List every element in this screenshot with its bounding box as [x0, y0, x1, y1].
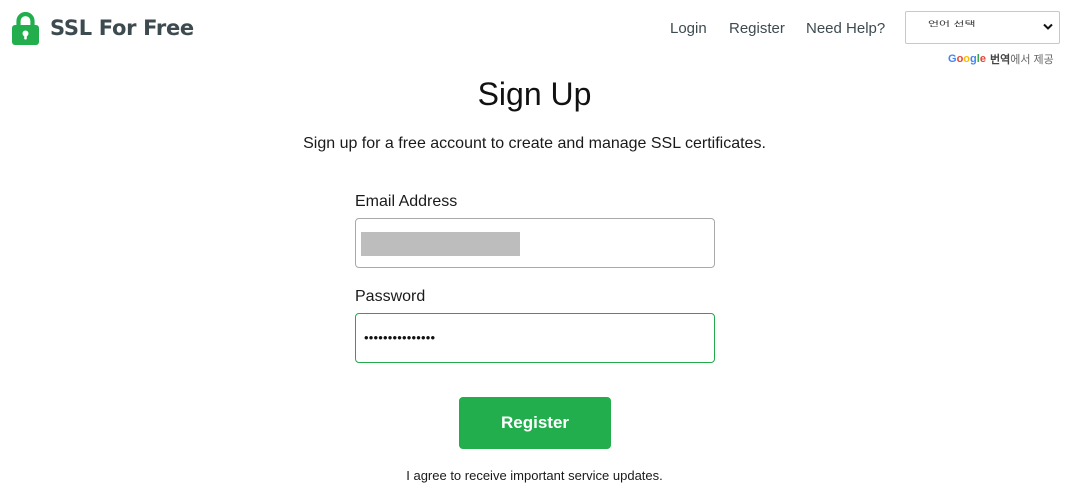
email-field[interactable]	[355, 218, 715, 268]
padlock-icon	[12, 12, 39, 45]
nav-help-link[interactable]: Need Help?	[806, 20, 885, 37]
agree-text: I agree to receive important service upd…	[406, 468, 663, 483]
brand-name: SSL For Free	[50, 16, 194, 40]
translate-credit-text: 에서 제공	[1010, 54, 1054, 66]
google-logo: Google	[948, 53, 986, 65]
nav-login-link[interactable]: Login	[670, 20, 707, 37]
brand-logo-link[interactable]: SSL For Free	[12, 12, 194, 45]
password-label: Password	[355, 288, 426, 305]
password-masked-value: •••••••••••••••	[364, 330, 436, 345]
register-button[interactable]: Register	[459, 397, 611, 449]
translate-link[interactable]: 번역	[990, 51, 1010, 67]
language-select-value: 언어 선택	[928, 20, 976, 28]
email-label: Email Address	[355, 193, 458, 210]
google-translate-credit: Google 번역 에서 제공	[948, 51, 1054, 67]
page-subtitle: Sign up for a free account to create and…	[303, 135, 766, 152]
page-title: Sign Up	[477, 76, 592, 112]
password-field[interactable]: •••••••••••••••	[355, 313, 715, 363]
chevron-down-icon	[1043, 23, 1053, 30]
nav-register-link[interactable]: Register	[729, 20, 785, 37]
redacted-email-value	[361, 232, 520, 256]
language-select[interactable]: 언어 선택	[905, 11, 1060, 44]
signup-page: SSL For Free Login Register Need Help? 언…	[0, 0, 1075, 494]
